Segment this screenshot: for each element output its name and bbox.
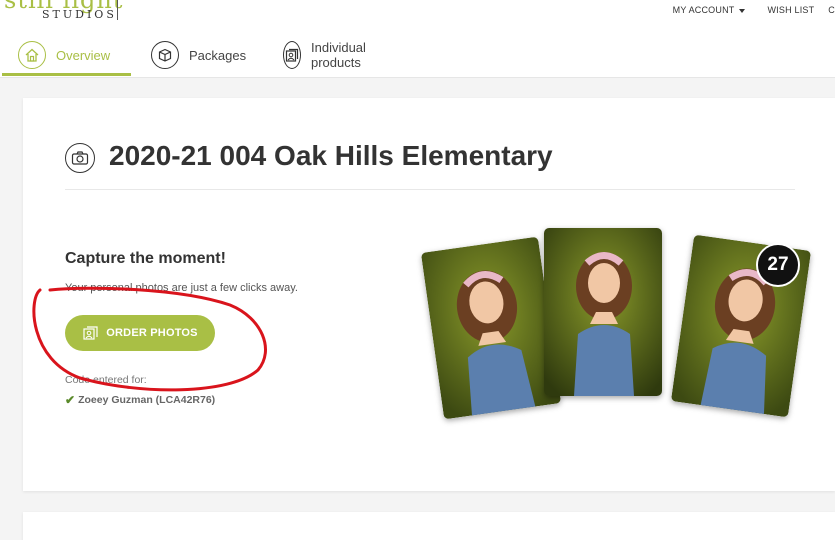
studio-logo[interactable]: still light STUDIOS bbox=[0, 0, 130, 22]
secondary-card bbox=[23, 512, 835, 540]
top-nav: MY ACCOUNT WISH LIST C bbox=[673, 5, 835, 15]
box-icon bbox=[151, 41, 179, 69]
title-divider bbox=[65, 189, 795, 190]
code-value-text: Zoeey Guzman (LCA42R76) bbox=[78, 394, 216, 406]
order-photos-button[interactable]: ORDER PHOTOS bbox=[65, 315, 215, 351]
code-value: ✔ Zoeey Guzman (LCA42R76) bbox=[65, 393, 215, 407]
tab-individual-products[interactable]: Individual products bbox=[283, 33, 376, 77]
logo-sub: STUDIOS bbox=[42, 8, 117, 21]
tab-overview[interactable]: Overview bbox=[18, 33, 110, 77]
order-photos-label: ORDER PHOTOS bbox=[106, 327, 198, 339]
capture-subtext: Your personal photos are just a few clic… bbox=[65, 282, 298, 294]
tab-overview-label: Overview bbox=[56, 47, 111, 63]
my-account-menu[interactable]: MY ACCOUNT bbox=[673, 5, 746, 15]
tab-individual-products-label: Individual products bbox=[311, 40, 366, 70]
check-icon: ✔ bbox=[65, 393, 76, 407]
photo-count-badge: 27 bbox=[756, 243, 800, 287]
photo-thumbnail bbox=[544, 228, 662, 396]
gallery-card: 2020-21 004 Oak Hills Elementary Capture… bbox=[23, 98, 835, 491]
header: still light STUDIOS MY ACCOUNT WISH LIST… bbox=[0, 0, 835, 78]
camera-icon bbox=[65, 143, 95, 173]
code-label: Code entered for: bbox=[65, 374, 147, 386]
photo-preview-stack[interactable] bbox=[418, 216, 812, 436]
my-account-label: MY ACCOUNT bbox=[672, 5, 735, 15]
order-photos-icon bbox=[83, 326, 98, 340]
active-tab-indicator bbox=[2, 73, 131, 76]
photos-icon bbox=[283, 41, 301, 69]
home-icon bbox=[18, 41, 46, 69]
logo-divider bbox=[117, 0, 118, 20]
photo-thumbnail bbox=[420, 236, 562, 420]
tab-packages-label: Packages bbox=[189, 47, 247, 63]
capture-heading: Capture the moment! bbox=[65, 250, 226, 267]
chevron-down-icon bbox=[739, 8, 746, 13]
page-title: 2020-21 004 Oak Hills Elementary bbox=[109, 140, 553, 171]
tab-packages[interactable]: Packages bbox=[151, 33, 246, 77]
cart-link-clipped[interactable]: C bbox=[828, 5, 835, 15]
wish-list-link[interactable]: WISH LIST bbox=[767, 5, 814, 15]
